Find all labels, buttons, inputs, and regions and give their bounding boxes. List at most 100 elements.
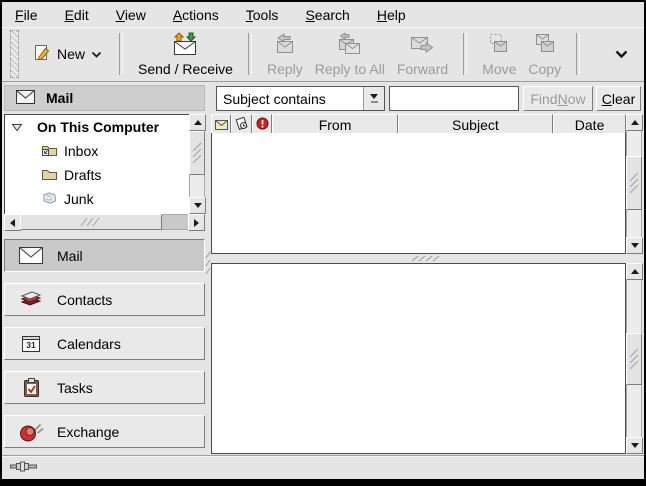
menu-label: earch <box>315 7 350 23</box>
exchange-icon <box>18 422 44 442</box>
up-arrow-icon <box>194 120 202 125</box>
expander-triangle-icon[interactable] <box>11 119 23 135</box>
scrollbar-thumb[interactable] <box>20 214 162 230</box>
toolbar-drag-handle[interactable] <box>10 30 19 78</box>
tree-root-on-this-computer[interactable]: On This Computer <box>5 115 189 139</box>
right-arrow-icon <box>194 219 199 227</box>
scrollbar-down-button[interactable] <box>626 237 643 254</box>
search-filter-value: Subject contains <box>217 91 363 107</box>
menu-label: dit <box>74 7 89 23</box>
scrollbar-thumb[interactable] <box>626 333 642 385</box>
switcher-button-label: Tasks <box>57 380 93 396</box>
scrollbar-down-button[interactable] <box>626 437 643 454</box>
scrollbar-thumb[interactable] <box>626 156 642 210</box>
menu-label: V <box>116 7 125 23</box>
tree-item-inbox[interactable]: Inbox <box>5 139 189 163</box>
message-list-body[interactable] <box>211 133 626 254</box>
reply-icon <box>273 32 297 59</box>
scrollbar-thumb[interactable] <box>189 131 205 175</box>
folder-tree[interactable]: On This Computer Inbox Drafts Junk <box>4 114 190 216</box>
scrollbar-right-button[interactable] <box>188 214 205 231</box>
tree-item-label: Drafts <box>64 167 101 183</box>
pane-splitter-horizontal[interactable] <box>211 254 642 263</box>
menu-label: ctions <box>182 7 219 23</box>
switcher-tasks-button[interactable]: Tasks <box>4 371 205 404</box>
menu-help[interactable]: Help <box>377 7 406 23</box>
forward-icon <box>409 32 435 59</box>
scrollbar-up-button[interactable] <box>189 114 206 131</box>
column-subject[interactable]: Subject <box>398 114 553 135</box>
menu-tools[interactable]: Tools <box>246 7 279 23</box>
find-now-button[interactable]: Find Now <box>523 86 593 111</box>
menu-edit[interactable]: Edit <box>65 7 89 23</box>
reply-button[interactable]: Reply <box>261 30 309 78</box>
tree-item-drafts[interactable]: Drafts <box>5 163 189 187</box>
search-input[interactable] <box>389 86 519 111</box>
find-now-label: ow <box>568 91 586 107</box>
preview-pane <box>211 263 642 454</box>
reply-label: Reply <box>267 61 303 77</box>
scrollbar-up-button[interactable] <box>626 114 643 131</box>
toolbar-separator <box>119 33 123 75</box>
scrollbar-up-button[interactable] <box>626 263 643 280</box>
down-arrow-icon <box>631 443 639 448</box>
move-message-icon <box>487 32 511 59</box>
message-list: From Subject Date <box>211 114 642 254</box>
move-label: Move <box>482 61 516 77</box>
mail-envelope-icon <box>16 90 35 107</box>
switcher-exchange-button[interactable]: Exchange <box>4 415 205 448</box>
copy-label: Copy <box>528 61 561 77</box>
forward-button[interactable]: Forward <box>391 30 454 78</box>
scrollbar-down-button[interactable] <box>189 197 206 214</box>
switcher-button-label: Contacts <box>57 292 112 308</box>
tree-root-label: On This Computer <box>37 119 159 135</box>
reply-to-all-button[interactable]: Reply to All <box>309 30 391 78</box>
column-attachment[interactable] <box>231 114 251 135</box>
column-priority[interactable] <box>252 114 272 135</box>
menu-label: F <box>15 7 24 23</box>
dropdown-arrow-icon[interactable] <box>363 87 384 110</box>
scrollbar-left-button[interactable] <box>4 214 21 231</box>
menu-file[interactable]: File <box>15 7 38 23</box>
drafts-folder-icon <box>41 167 58 184</box>
send-receive-button[interactable]: Send / Receive <box>132 30 239 78</box>
column-date[interactable]: Date <box>553 114 626 135</box>
switcher-button-label: Calendars <box>57 336 121 352</box>
menu-search[interactable]: Search <box>305 7 349 23</box>
clear-button[interactable]: Clear <box>596 86 641 111</box>
new-button[interactable]: New <box>25 30 110 78</box>
column-message-status[interactable] <box>211 114 231 135</box>
menu-label: elp <box>387 7 406 23</box>
switcher-button-label: Exchange <box>57 424 119 440</box>
menu-label: H <box>377 7 387 23</box>
preview-pane-body[interactable] <box>211 263 626 454</box>
down-arrow-icon <box>370 94 378 99</box>
menu-label: E <box>65 7 74 23</box>
new-document-icon <box>33 44 51 65</box>
toolbar-overflow-button[interactable] <box>615 46 628 62</box>
search-filter-dropdown[interactable]: Subject contains <box>216 86 385 111</box>
tasks-icon <box>18 378 44 398</box>
up-arrow-icon <box>631 120 639 125</box>
switcher-mail-button[interactable]: Mail <box>4 239 205 272</box>
send-receive-label: Send / Receive <box>138 61 233 77</box>
copy-button[interactable]: Copy <box>522 30 567 78</box>
toolbar-separator <box>248 33 252 75</box>
message-list-vertical-scrollbar <box>626 114 642 254</box>
tree-item-junk[interactable]: Junk <box>5 187 189 211</box>
chevron-down-icon <box>91 46 102 62</box>
switcher-contacts-button[interactable]: Contacts <box>4 283 205 316</box>
clear-label: C <box>602 91 612 107</box>
menu-view[interactable]: View <box>116 7 146 23</box>
statusbar <box>2 455 644 479</box>
inbox-folder-icon <box>41 143 58 160</box>
menu-actions[interactable]: Actions <box>173 7 219 23</box>
menu-label: iew <box>125 7 146 23</box>
sidebar-mail-header: Mail <box>4 85 205 111</box>
priority-icon <box>256 117 269 133</box>
preview-vertical-scrollbar <box>626 263 642 454</box>
column-from[interactable]: From <box>272 114 397 135</box>
move-button[interactable]: Move <box>476 30 522 78</box>
switcher-calendars-button[interactable]: 31 Calendars <box>4 327 205 360</box>
cable-connected-icon[interactable] <box>10 460 38 476</box>
